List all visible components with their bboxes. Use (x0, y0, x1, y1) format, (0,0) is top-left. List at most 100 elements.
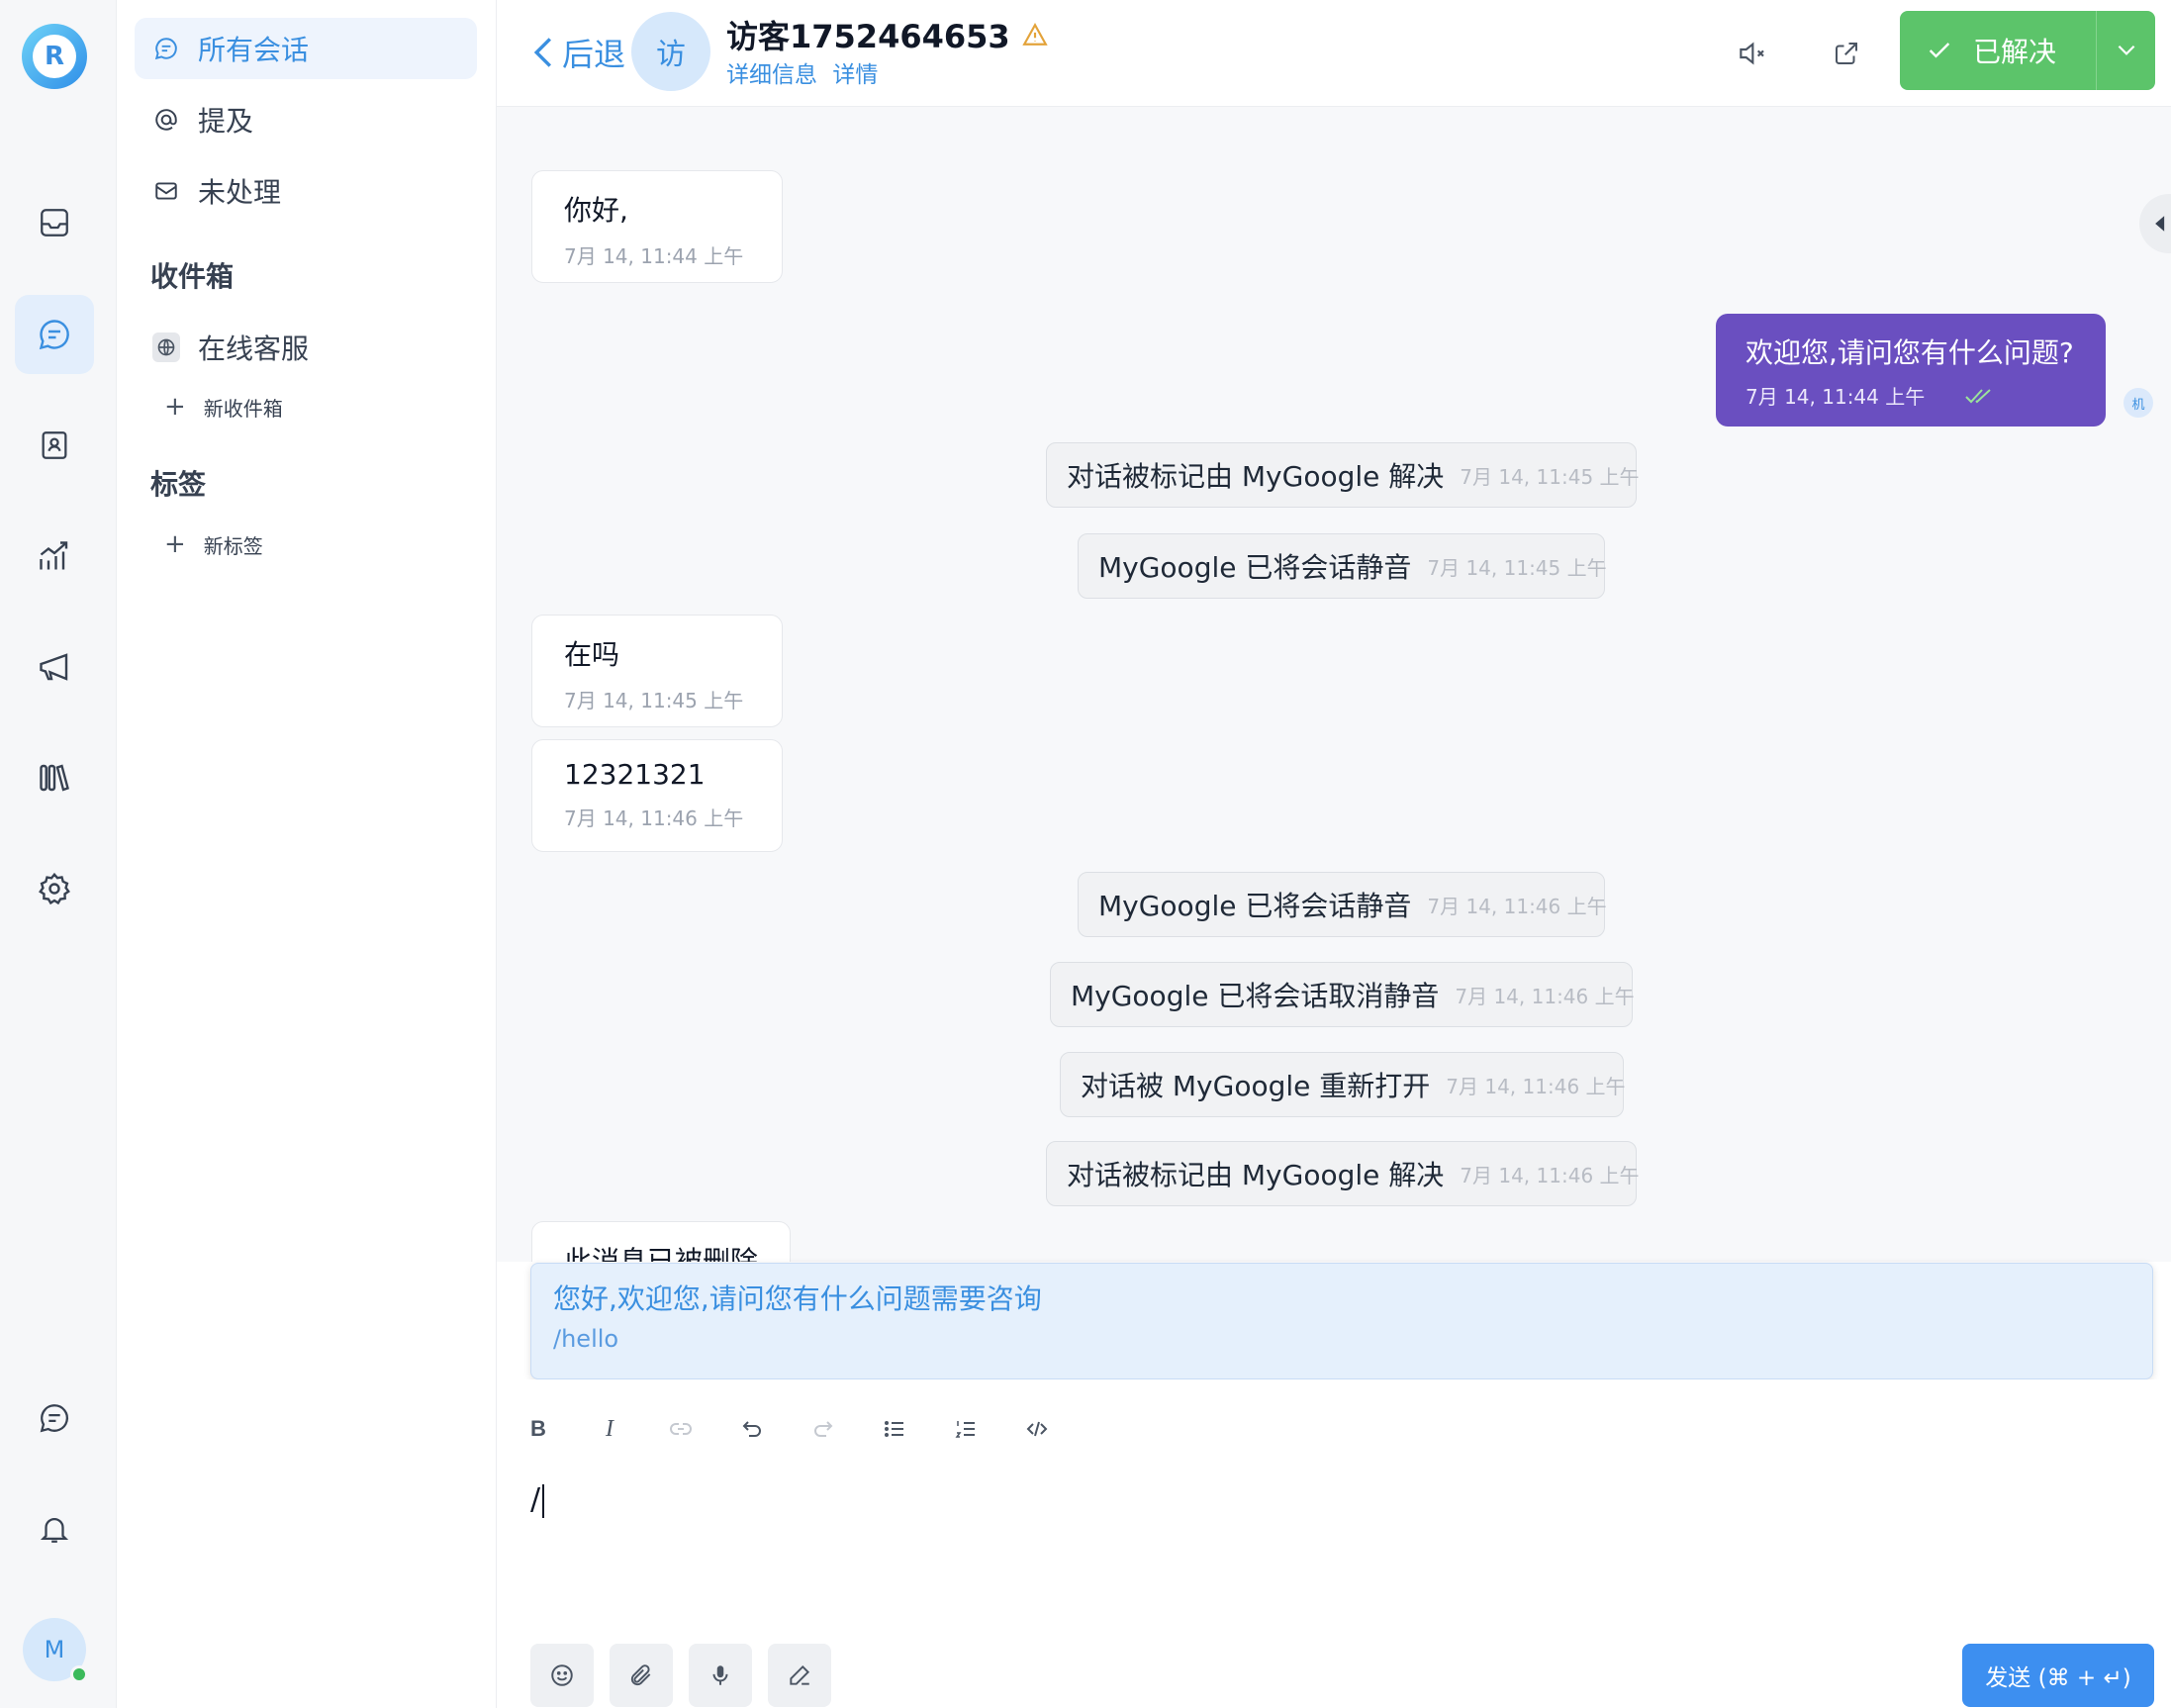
signature-button[interactable] (768, 1644, 831, 1707)
chat-bubble-icon (40, 1404, 69, 1433)
attach-button[interactable] (610, 1644, 673, 1707)
signature-pen-icon (790, 1664, 810, 1685)
message-text: 你好, (564, 194, 628, 227)
reports-nav-button[interactable] (15, 517, 94, 596)
sidebar-item-all-conversations[interactable]: 所有会话 (135, 18, 477, 79)
settings-nav-button[interactable] (15, 849, 94, 928)
sidebar-item-label: 在线客服 (198, 332, 310, 365)
sender-badge: 机 (2124, 388, 2153, 418)
undo-button[interactable] (732, 1409, 772, 1449)
user-avatar[interactable]: M (23, 1618, 88, 1683)
sidebar-item-online-support[interactable]: 在线客服 (135, 317, 477, 378)
more-details-link[interactable]: 详细信息 (726, 62, 817, 88)
conversation-filters-sidebar: 所有会话 提及 未处理 收件箱 在线客服 + 新收件箱 标签 + 新标签 (117, 0, 497, 1708)
activity-message: 对话被标记由 MyGoogle 解决 7月 14, 11:45 上午 (1046, 442, 1640, 508)
sidebar-item-mentions[interactable]: 提及 (135, 89, 477, 150)
conversation-header: 后退 访 访客1752464653 详细信息 详情 已解决 (497, 0, 2171, 107)
user-initial: M (44, 1636, 65, 1663)
message-input-value: / (530, 1482, 541, 1517)
numbered-list-icon (955, 1421, 975, 1438)
inbox-icon (41, 209, 68, 237)
contact-name-text: 访客1752464653 (726, 18, 1010, 55)
read-receipt-icon (1965, 388, 1991, 403)
emoji-icon (551, 1664, 573, 1686)
inbox-section-heading: 收件箱 (150, 260, 235, 293)
message-time: 7月 14, 11:44 上午 (564, 244, 744, 268)
conversations-nav-button[interactable] (15, 295, 94, 374)
share-button[interactable] (1825, 32, 1868, 75)
incoming-message: 在吗 7月 14, 11:45 上午 (531, 615, 783, 727)
new-label-button[interactable]: + 新标签 (164, 529, 263, 559)
activity-text: MyGoogle 已将会话静音 (1098, 551, 1412, 584)
chart-icon (40, 541, 68, 570)
at-icon (152, 106, 180, 134)
resolve-label: 已解决 (1973, 36, 2057, 68)
activity-text: 对话被标记由 MyGoogle 解决 (1067, 460, 1445, 493)
mute-button[interactable] (1730, 32, 1773, 75)
redo-button[interactable] (803, 1409, 843, 1449)
numbered-list-button[interactable] (946, 1409, 986, 1449)
notifications-button[interactable] (15, 1489, 94, 1568)
online-status-dot (70, 1665, 88, 1683)
italic-icon: I (606, 1415, 614, 1442)
activity-message: 对话被 MyGoogle 重新打开 7月 14, 11:46 上午 (1060, 1052, 1626, 1117)
activity-time: 7月 14, 11:46 上午 (1427, 894, 1607, 918)
microphone-icon (712, 1665, 728, 1685)
voice-record-button[interactable] (689, 1644, 752, 1707)
activity-time: 7月 14, 11:46 上午 (1460, 1163, 1640, 1187)
italic-button[interactable]: I (590, 1409, 629, 1449)
app-logo[interactable]: R (22, 24, 87, 89)
link-button[interactable] (661, 1409, 701, 1449)
gear-icon (39, 872, 70, 905)
volume-mute-icon (1740, 42, 1764, 65)
message-text: 在吗 (564, 638, 620, 671)
undo-icon (742, 1421, 761, 1437)
activity-message: MyGoogle 已将会话静音 7月 14, 11:45 上午 (1078, 533, 1607, 599)
primary-nav-rail: R M (0, 0, 117, 1708)
code-button[interactable] (1017, 1409, 1057, 1449)
message-list[interactable]: 你好, 7月 14, 11:44 上午 欢迎您,请问您有什么问题? 7月 14,… (497, 107, 2171, 1262)
send-button[interactable]: 发送 (⌘ + ↵) (1962, 1644, 2154, 1707)
bullet-list-button[interactable] (875, 1409, 914, 1449)
activity-message: MyGoogle 已将会话静音 7月 14, 11:46 上午 (1078, 872, 1607, 937)
back-button[interactable]: 后退 (532, 30, 625, 75)
details-link[interactable]: 详情 (832, 62, 878, 88)
button-divider (2096, 11, 2097, 90)
message-time: 7月 14, 11:46 上午 (564, 807, 744, 830)
chevron-left-icon (533, 38, 552, 67)
emoji-button[interactable] (530, 1644, 594, 1707)
resolve-button[interactable]: 已解决 (1900, 11, 2155, 90)
contacts-nav-button[interactable] (15, 406, 94, 485)
redo-icon (814, 1421, 833, 1437)
reply-composer: B I / 发送 (⌘ + ↵) (497, 1379, 2171, 1708)
activity-time: 7月 14, 11:46 上午 (1455, 984, 1635, 1008)
canned-response-suggestion[interactable]: 您好,欢迎您,请问您有什么问题需要咨询 /hello (530, 1263, 2153, 1379)
megaphone-icon (40, 653, 68, 681)
campaigns-nav-button[interactable] (15, 627, 94, 707)
bold-button[interactable]: B (519, 1409, 558, 1449)
message-input[interactable]: / (530, 1482, 545, 1518)
activity-time: 7月 14, 11:45 上午 (1460, 464, 1640, 489)
activity-time: 7月 14, 11:46 上午 (1446, 1074, 1626, 1098)
bullet-list-icon (885, 1421, 903, 1437)
contact-panel-toggle[interactable] (2139, 194, 2171, 253)
library-nav-button[interactable] (15, 738, 94, 817)
bold-icon: B (530, 1416, 546, 1441)
new-inbox-button[interactable]: + 新收件箱 (164, 392, 283, 422)
code-icon (1026, 1421, 1048, 1437)
paperclip-icon (630, 1664, 651, 1686)
activity-text: 对话被标记由 MyGoogle 解决 (1067, 1159, 1445, 1191)
caret-left-icon (2155, 216, 2165, 232)
sidebar-item-unattended[interactable]: 未处理 (135, 160, 477, 222)
inbox-nav-button[interactable] (15, 183, 94, 262)
contacts-book-icon (42, 431, 67, 459)
activity-time: 7月 14, 11:45 上午 (1427, 555, 1607, 580)
incoming-message: 你好, 7月 14, 11:44 上午 (531, 170, 783, 283)
canned-response-content: 您好,欢迎您,请问您有什么问题需要咨询 (553, 1282, 1042, 1315)
activity-message: 对话被标记由 MyGoogle 解决 7月 14, 11:46 上午 (1046, 1141, 1640, 1206)
chat-widget-button[interactable] (15, 1378, 94, 1458)
activity-text: MyGoogle 已将会话取消静音 (1071, 980, 1440, 1012)
link-icon (670, 1423, 692, 1435)
new-inbox-label: 新收件箱 (203, 396, 283, 421)
chevron-down-icon[interactable] (2114, 37, 2139, 62)
